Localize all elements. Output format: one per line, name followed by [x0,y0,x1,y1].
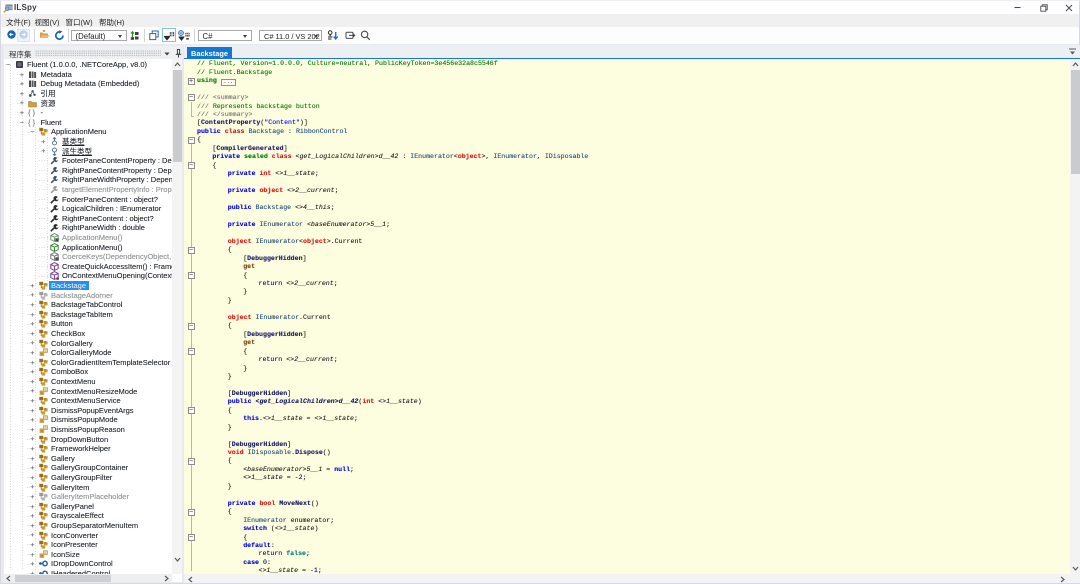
svg-text:{ }: { } [28,118,36,127]
svg-text:{ }: { } [28,108,36,117]
